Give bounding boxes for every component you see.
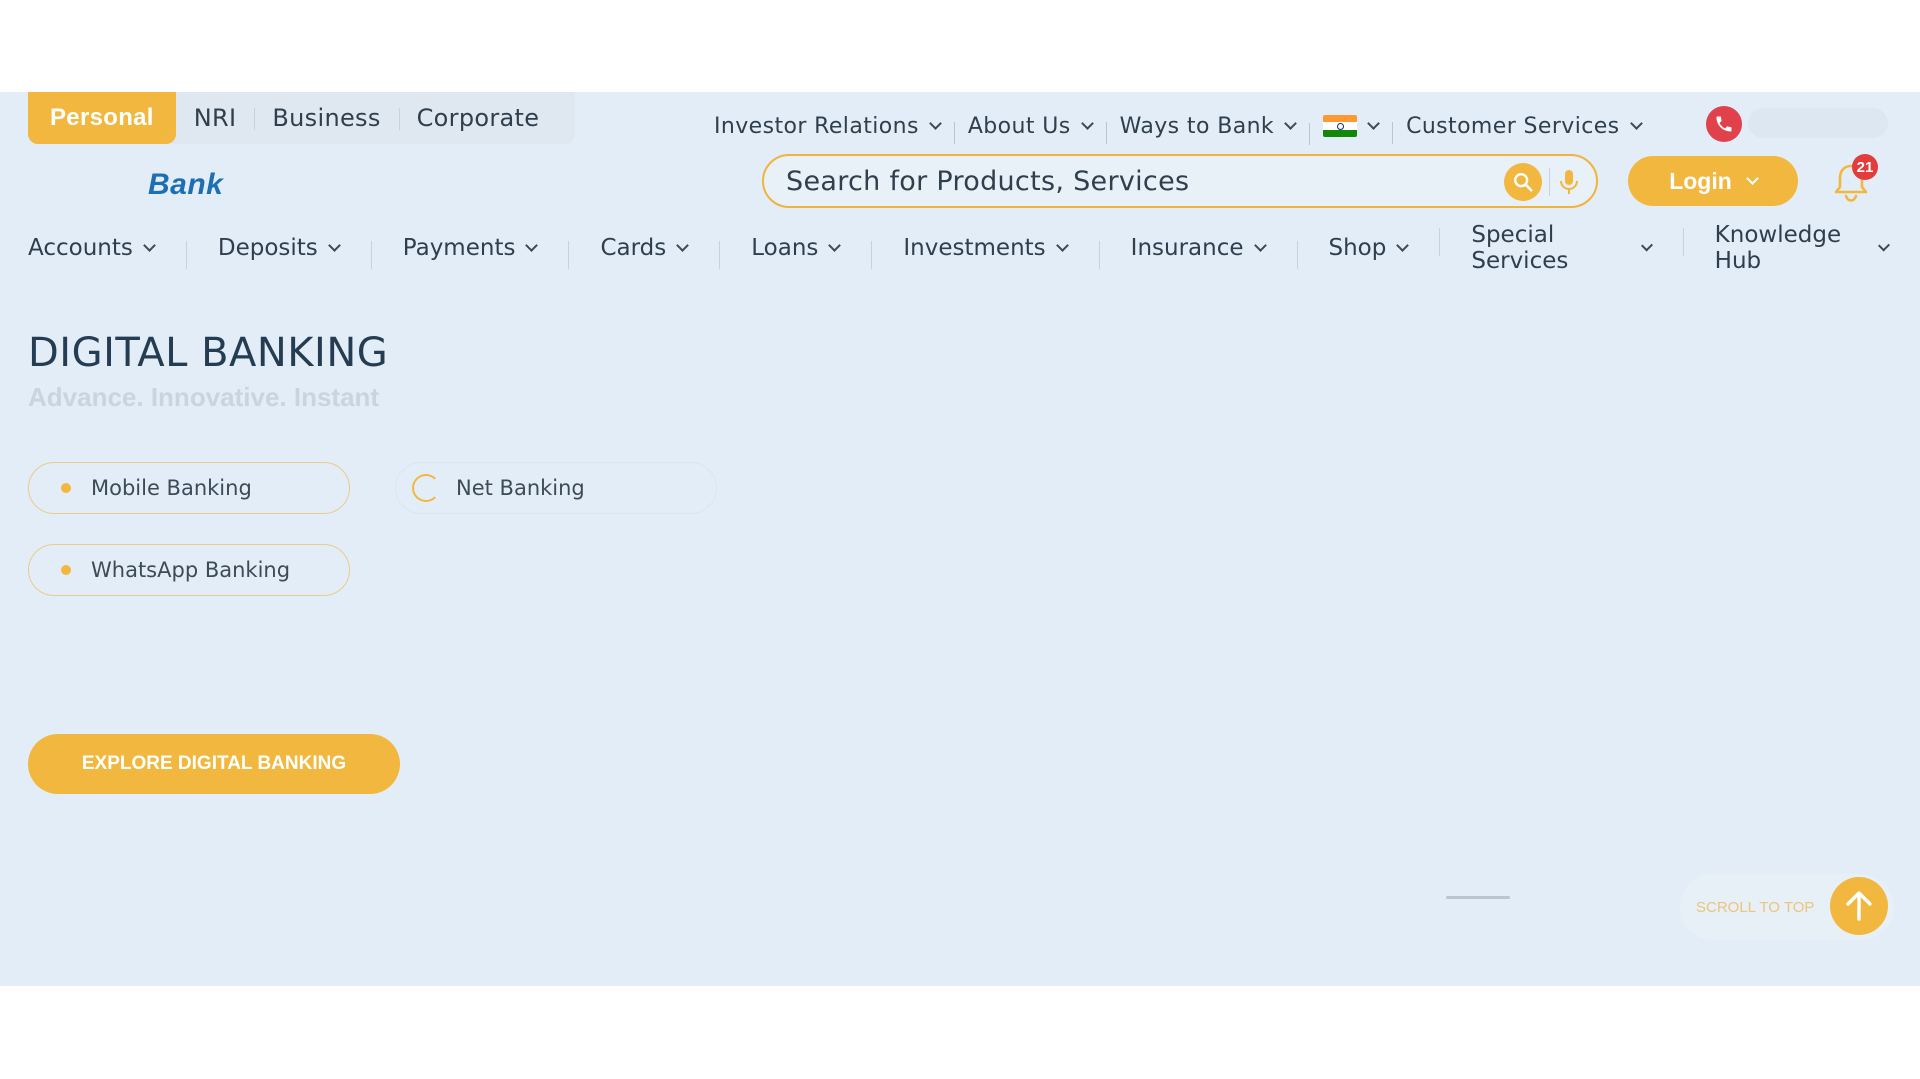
nav-label: Insurance xyxy=(1130,235,1244,261)
call-slider-track xyxy=(1748,108,1888,138)
ways-to-bank-label: Ways to Bank xyxy=(1119,113,1275,139)
nav-special-services[interactable]: Special Services xyxy=(1439,222,1682,274)
nav-label: Shop xyxy=(1328,235,1387,261)
option-label: Net Banking xyxy=(456,476,585,500)
search-input[interactable] xyxy=(786,165,1486,197)
explore-digital-banking-button[interactable]: EXPLORE DIGITAL BANKING xyxy=(28,734,400,794)
nav-investments[interactable]: Investments xyxy=(871,235,1098,269)
chevron-down-icon xyxy=(1080,117,1094,130)
bullet-icon xyxy=(61,565,71,575)
nav-label: Investments xyxy=(903,235,1046,261)
whatsapp-banking-option[interactable]: WhatsApp Banking xyxy=(28,544,350,596)
scroll-to-top-label: SCROLL TO TOP xyxy=(1696,898,1815,916)
chevron-down-icon xyxy=(1253,239,1267,252)
nav-cards[interactable]: Cards xyxy=(568,235,719,269)
utility-nav: Investor Relations About Us Ways to Bank… xyxy=(700,106,1655,146)
nav-label: Accounts xyxy=(28,235,133,261)
ways-to-bank-menu[interactable]: Ways to Bank xyxy=(1105,113,1309,144)
search-bar xyxy=(762,154,1598,208)
customer-services-label: Customer Services xyxy=(1406,113,1620,139)
voice-search-button[interactable] xyxy=(1554,165,1584,199)
tab-business[interactable]: Business xyxy=(254,92,398,144)
chevron-down-icon xyxy=(928,117,942,130)
chevron-down-icon xyxy=(828,239,842,252)
hero-title: DIGITAL BANKING xyxy=(28,330,389,376)
nav-payments[interactable]: Payments xyxy=(370,235,569,269)
notification-badge: 21 xyxy=(1852,154,1878,180)
nav-label: Knowledge Hub xyxy=(1714,222,1842,274)
nav-label: Special Services xyxy=(1471,222,1569,274)
chevron-down-icon xyxy=(1878,239,1891,252)
investor-relations-label: Investor Relations xyxy=(714,113,919,139)
country-selector[interactable] xyxy=(1309,115,1392,145)
nav-label: Payments xyxy=(402,235,516,261)
chevron-down-icon xyxy=(327,239,341,252)
microphone-icon xyxy=(1560,170,1578,194)
nav-label: Cards xyxy=(600,235,667,261)
login-button[interactable]: Login xyxy=(1628,156,1798,206)
nav-deposits[interactable]: Deposits xyxy=(185,235,371,269)
tab-corporate[interactable]: Corporate xyxy=(398,92,558,144)
chevron-down-icon xyxy=(1284,117,1297,130)
scroll-to-top[interactable]: SCROLL TO TOP xyxy=(1680,874,1894,940)
search-button[interactable] xyxy=(1504,163,1542,201)
tab-personal[interactable]: Personal xyxy=(28,92,176,144)
search-divider xyxy=(1549,168,1550,196)
customer-services-menu[interactable]: Customer Services xyxy=(1392,113,1654,144)
nav-accounts[interactable]: Accounts xyxy=(28,235,186,261)
about-us-label: About Us xyxy=(967,113,1071,139)
about-us-menu[interactable]: About Us xyxy=(953,113,1106,144)
chevron-down-icon xyxy=(1640,239,1653,252)
bank-logo[interactable]: Bank xyxy=(148,168,223,202)
chevron-down-icon xyxy=(1745,172,1759,185)
nav-label: Deposits xyxy=(217,235,318,261)
chevron-down-icon xyxy=(525,239,539,252)
login-label: Login xyxy=(1669,167,1732,194)
nav-shop[interactable]: Shop xyxy=(1296,235,1440,269)
loading-spinner-icon xyxy=(412,474,440,502)
main-nav: Accounts Deposits Payments Cards Loans I… xyxy=(28,222,1920,274)
nav-loans[interactable]: Loans xyxy=(719,235,871,269)
chevron-down-icon xyxy=(1629,117,1643,130)
option-label: WhatsApp Banking xyxy=(91,558,291,582)
call-button[interactable] xyxy=(1706,106,1742,142)
bullet-icon xyxy=(61,483,71,493)
chevron-down-icon xyxy=(1055,239,1069,252)
scroll-to-top-button[interactable] xyxy=(1830,877,1888,935)
tab-nri[interactable]: NRI xyxy=(176,92,255,144)
nav-insurance[interactable]: Insurance xyxy=(1098,235,1297,269)
mobile-banking-option[interactable]: Mobile Banking xyxy=(28,462,350,514)
chevron-down-icon xyxy=(1367,117,1380,130)
chevron-down-icon xyxy=(1396,239,1410,252)
india-flag-icon xyxy=(1323,115,1358,137)
option-label: Mobile Banking xyxy=(91,476,252,500)
chevron-down-icon xyxy=(142,239,156,252)
chevron-down-icon xyxy=(676,239,690,252)
segment-tabs: Personal NRI Business Corporate xyxy=(28,92,576,144)
hero-subtitle: Advance. Innovative. Instant xyxy=(28,382,380,412)
arrow-up-icon xyxy=(1846,891,1872,921)
search-icon xyxy=(1514,173,1533,192)
nav-label: Loans xyxy=(751,235,819,261)
phone-icon xyxy=(1716,116,1732,132)
hero-image-area xyxy=(858,294,1920,744)
investor-relations-menu[interactable]: Investor Relations xyxy=(700,114,954,139)
nav-knowledge-hub[interactable]: Knowledge Hub xyxy=(1682,222,1920,274)
page: Personal NRI Business Corporate Investor… xyxy=(0,92,1920,986)
carousel-indicator[interactable] xyxy=(1446,896,1510,899)
net-banking-option[interactable]: Net Banking xyxy=(395,462,717,514)
hero-panel: DIGITAL BANKING Advance. Innovative. Ins… xyxy=(0,294,858,794)
